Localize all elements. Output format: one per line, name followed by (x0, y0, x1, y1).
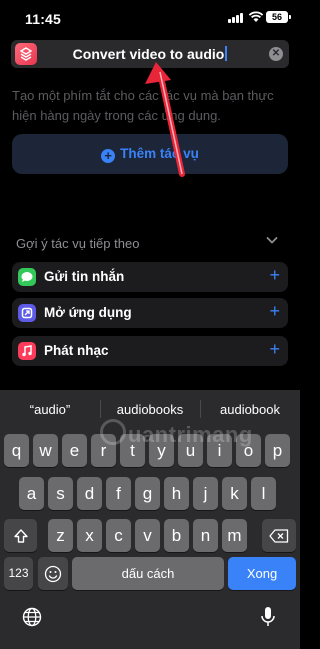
suggestion-label: Mở ứng dụng (44, 305, 132, 320)
key-k[interactable]: k (222, 477, 247, 510)
globe-icon[interactable] (22, 607, 42, 627)
key-e[interactable]: e (62, 434, 87, 467)
key-g[interactable]: g (135, 477, 160, 510)
key-f[interactable]: f (106, 477, 131, 510)
suggestions-heading: Gợi ý tác vụ tiếp theo (16, 236, 140, 251)
suggestion-play-music[interactable]: Phát nhạc + (12, 336, 288, 366)
shift-key[interactable] (4, 519, 37, 552)
divider (200, 400, 201, 418)
suggestion-label: Phát nhạc (44, 343, 109, 358)
prediction-3[interactable]: audiobook (202, 402, 298, 417)
divider (100, 400, 101, 418)
shortcut-name-input[interactable]: Convert video to audio (11, 46, 289, 62)
key-v[interactable]: v (135, 519, 160, 552)
key-j[interactable]: j (193, 477, 218, 510)
add-suggestion-icon[interactable]: + (269, 301, 280, 322)
text-cursor (225, 46, 228, 61)
chevron-down-icon[interactable] (266, 234, 278, 246)
done-key[interactable]: Xong (228, 557, 296, 590)
emoji-icon (44, 565, 62, 583)
key-l[interactable]: l (251, 477, 276, 510)
suggestion-send-message[interactable]: Gửi tin nhắn + (12, 262, 288, 292)
add-action-button[interactable]: + Thêm tác vụ (12, 134, 288, 174)
wifi-icon (248, 11, 264, 22)
music-icon (18, 342, 36, 360)
shift-icon (13, 529, 28, 543)
key-m[interactable]: m (222, 519, 247, 552)
add-action-label: Thêm tác vụ (120, 146, 199, 161)
key-d[interactable]: d (77, 477, 102, 510)
status-bar: 11:45 56 (0, 0, 300, 36)
key-b[interactable]: b (164, 519, 189, 552)
add-suggestion-icon[interactable]: + (269, 339, 280, 360)
key-p[interactable]: p (265, 434, 290, 467)
status-time: 11:45 (25, 11, 62, 27)
key-h[interactable]: h (164, 477, 189, 510)
suggestion-label: Gửi tin nhắn (44, 269, 125, 284)
watermark-logo-icon (100, 419, 126, 445)
shortcut-name-value: Convert video to audio (72, 46, 225, 62)
shortcut-description: Tạo một phím tắt cho các tác vụ mà bạn t… (12, 88, 274, 123)
key-c[interactable]: c (106, 519, 131, 552)
key-s[interactable]: s (48, 477, 73, 510)
key-q[interactable]: q (4, 434, 29, 467)
emoji-key[interactable] (38, 557, 68, 590)
backspace-icon (269, 529, 289, 543)
key-z[interactable]: z (48, 519, 73, 552)
key-a[interactable]: a (19, 477, 44, 510)
key-w[interactable]: w (33, 434, 58, 467)
messages-icon (18, 268, 36, 286)
add-suggestion-icon[interactable]: + (269, 265, 280, 286)
watermark: uantrimang (128, 422, 253, 447)
shortcut-name-field[interactable]: Convert video to audio ✕ (11, 40, 289, 68)
key-x[interactable]: x (77, 519, 102, 552)
key-n[interactable]: n (193, 519, 218, 552)
numbers-key[interactable]: 123 (4, 557, 33, 590)
space-key[interactable]: dấu cách (72, 557, 224, 590)
battery-icon: 56 (266, 11, 291, 23)
cellular-signal-icon (228, 13, 244, 23)
open-app-icon (18, 304, 36, 322)
prediction-1[interactable]: “audio” (2, 402, 98, 417)
clear-text-icon[interactable]: ✕ (269, 47, 283, 61)
backspace-key[interactable] (262, 519, 296, 552)
prediction-2[interactable]: audiobooks (102, 402, 198, 417)
plus-circle-icon: + (101, 149, 116, 163)
microphone-icon[interactable] (260, 606, 276, 628)
suggestion-open-app[interactable]: Mở ứng dụng + (12, 298, 288, 328)
